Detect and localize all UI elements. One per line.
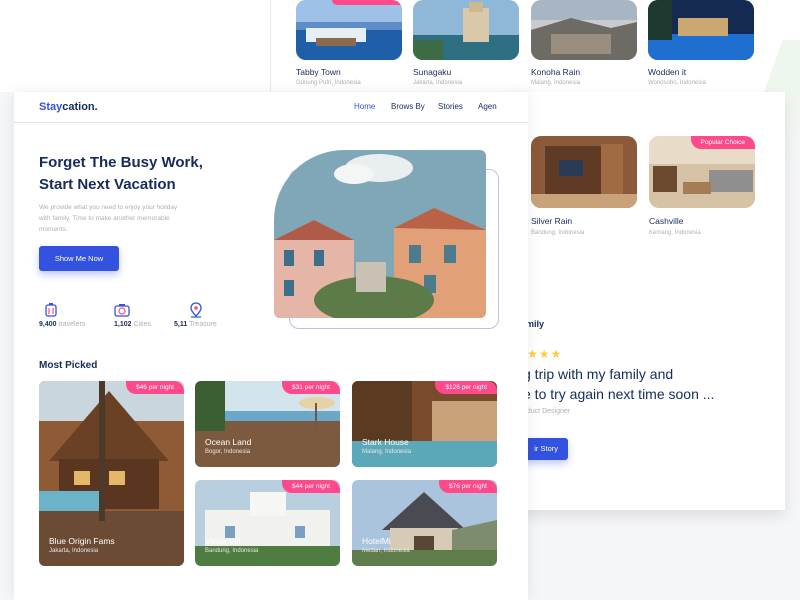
hero-title: Forget The Busy Work, Start Next Vacatio… — [39, 152, 259, 196]
hero-image — [274, 150, 486, 318]
hero-title-line-2: Start Next Vacation — [39, 176, 176, 193]
stat-travelers: 9,400 travelers — [39, 321, 85, 328]
listing-card[interactable]: Silver Rain Bandung, Indonesia — [531, 136, 637, 240]
listing-location: Malang, Indonesia — [531, 80, 581, 86]
divider — [270, 0, 271, 92]
popular-badge: Popular Choice — [690, 136, 755, 149]
brand-main: Stay — [39, 101, 63, 113]
listing-location: Wonosobo, Indonesia — [648, 80, 706, 86]
most-picked-card[interactable]: $126 per night Stark House Malang, Indon… — [352, 381, 497, 467]
listing-card[interactable]: Popular Choice Cashville Kemang, Indones… — [649, 136, 755, 240]
price-badge: $44 per night — [282, 480, 340, 493]
show-me-now-button[interactable]: Show Me Now — [39, 246, 119, 271]
brand-accent: cation. — [62, 101, 98, 113]
background-panel: Silver Rain Bandung, Indonesia Popular C… — [513, 92, 785, 510]
hero-title-line-1: Forget The Busy Work, — [39, 154, 203, 171]
most-picked-card[interactable]: $31 per night Ocean Land Bogor, Indonesi… — [195, 381, 340, 467]
property-location: Medan, Indonesia — [362, 548, 410, 554]
testimonial-heading: mily — [526, 319, 545, 329]
listing-image — [413, 0, 519, 60]
listing-location: Bandung, Indonesia — [531, 230, 585, 236]
property-name: Vinna Vill — [205, 536, 241, 546]
listing-name: Konoha Rain — [531, 67, 581, 77]
nav-home[interactable]: Home — [354, 102, 375, 111]
testimonial-role: oduct Designer — [523, 408, 571, 415]
stat-value: 5,11 — [174, 321, 188, 328]
property-location: Bogor, Indonesia — [205, 449, 251, 455]
listing-image — [531, 0, 637, 60]
nav-stories[interactable]: Stories — [438, 102, 463, 111]
listing-image — [648, 0, 754, 60]
header-divider — [14, 122, 528, 123]
stat-label: Treasure — [189, 321, 217, 328]
price-badge: $126 per night — [435, 381, 497, 394]
property-location: Malang, Indonesia — [362, 449, 412, 455]
listing-location: Kemang, Indonesia — [649, 230, 701, 236]
stat-cities: 1,102 Cities — [114, 321, 151, 328]
property-name: Blue Origin Fams — [49, 536, 115, 546]
most-picked-card[interactable]: $44 per night Vinna Vill Bandung, Indone… — [195, 480, 340, 566]
brand-logo[interactable]: Staycation. — [39, 101, 98, 113]
stat-label: Cities — [133, 321, 151, 328]
listing-name: Wodden it — [648, 67, 687, 77]
nav-browse-by[interactable]: Brows By — [391, 102, 425, 111]
property-name: Stark House — [362, 437, 409, 447]
price-badge: $31 per night — [282, 381, 340, 394]
listing-image — [296, 0, 402, 60]
listing-location: Gunung Putri, Indonesia — [296, 80, 361, 86]
listing-name: Sunagaku — [413, 67, 452, 77]
listing-card[interactable]: Wodden it Wonosobo, Indonesia — [648, 0, 754, 92]
listing-image — [531, 136, 637, 208]
testimonial-line-2: e to try again next time soon ... — [523, 386, 715, 402]
property-name: HotelMi — [362, 536, 391, 546]
camera-icon — [114, 304, 130, 317]
listing-location: Jakarta, Indonesia — [413, 80, 463, 86]
price-badge: $76 per night — [439, 480, 497, 493]
badge-strip — [332, 0, 402, 5]
most-picked-card[interactable]: $46 per night Blue Origin Fams Jakarta, … — [39, 381, 184, 566]
rating-stars-icon: ★★★ — [527, 347, 563, 361]
listing-card[interactable]: Sunagaku Jakarta, Indonesia — [413, 0, 519, 92]
testimonial-text: g trip with my family and e to try again… — [523, 364, 714, 404]
stat-label: travelers — [58, 321, 86, 328]
listing-name: Cashville — [649, 216, 684, 226]
property-location: Bandung, Indonesia — [205, 548, 259, 554]
stat-treasure: 5,11 Treasure — [174, 321, 217, 328]
property-name: Ocean Land — [205, 437, 252, 447]
testimonial-line-1: g trip with my family and — [523, 366, 674, 382]
stat-value: 1,102 — [114, 321, 132, 328]
listing-name: Tabby Town — [296, 67, 341, 77]
price-badge: $46 per night — [126, 381, 184, 394]
listing-card[interactable]: Konoha Rain Malang, Indonesia — [531, 0, 637, 92]
listing-image: Popular Choice — [649, 136, 755, 208]
stat-value: 9,400 — [39, 321, 57, 328]
location-pin-icon — [190, 302, 202, 318]
hero-description: We provide what you need to enjoy your h… — [39, 204, 178, 233]
main-landing-panel: Staycation. Home Brows By Stories Agen F… — [14, 92, 528, 600]
property-location: Jakarta, Indonesia — [49, 548, 99, 554]
most-picked-card[interactable]: $76 per night HotelMi Medan, Indonesia — [352, 480, 497, 566]
traveler-icon — [45, 303, 57, 317]
nav-agents[interactable]: Agen — [478, 102, 497, 111]
listing-name: Silver Rain — [531, 216, 573, 226]
background-listing-panel: Tabby Town Gunung Putri, Indonesia Sunag… — [0, 0, 800, 220]
most-picked-title: Most Picked — [39, 360, 98, 371]
listing-card[interactable]: Tabby Town Gunung Putri, Indonesia — [296, 0, 402, 92]
